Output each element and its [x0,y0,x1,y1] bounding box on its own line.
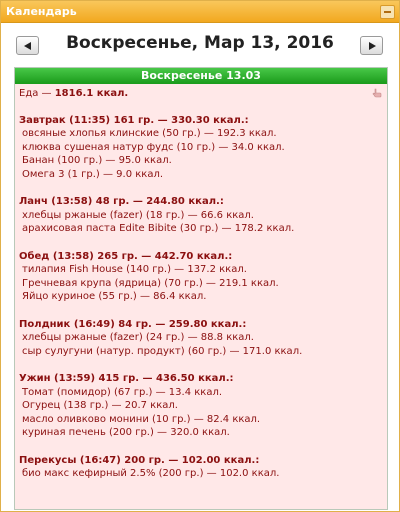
date-title: Воскресенье, Мар 13, 2016 [66,33,334,53]
meal-section: Ланч (13:58) 48 гр. — 244.80 ккал.: хлебц… [19,195,383,236]
date-navigation: Воскресенье, Мар 13, 2016 [1,23,399,67]
food-item: Омега 3 (1 гр.) — 9.0 ккал. [22,168,164,180]
total-value: 1816.1 ккал. [54,88,129,99]
next-day-button[interactable] [360,36,383,55]
meal-section: Ужин (13:59) 415 гр. — 436.50 ккал.: Тома… [19,372,383,440]
collapse-button[interactable] [380,5,395,19]
total-label: Еда — [19,88,55,99]
food-item: масло оливково монини (10 гр.) — 82.4 кк… [22,413,261,425]
widget-titlebar: Календарь [1,1,399,23]
food-item: хлебцы ржаные (fazer) (24 гр.) — 88.8 кк… [22,332,254,343]
calendar-widget: Календарь Воскресенье, Мар 13, 2016 Воск… [0,0,400,512]
food-item: Гречневая крупа (ядрица) (70 гр.) — 219.… [22,277,279,289]
meal-heading: Полдник (16:49) 84 гр. — 259.80 ккал.: [19,318,247,330]
minus-icon [384,11,391,13]
day-panel: Воскресенье 13.03 Еда — 1816.1 ккал. Зав… [14,67,388,510]
hand-pointer-icon[interactable] [372,88,382,98]
previous-day-button[interactable] [16,36,39,55]
day-content: Еда — 1816.1 ккал. Завтрак (11:35) 161 г… [15,84,387,481]
food-item: Яйцо куриное (55 гр.) — 86.4 ккал. [22,291,207,302]
food-item: Томат (помидор) (67 гр.) — 13.4 ккал. [22,386,223,398]
food-item: тилапия Fish House (140 гр.) — 137.2 кка… [22,264,247,275]
arrow-right-icon [369,42,376,50]
arrow-left-icon [24,42,31,50]
widget-title: Календарь [6,5,77,18]
meal-section: Обед (13:58) 265 гр. — 442.70 ккал.: тила… [19,250,383,304]
meal-heading: Завтрак (11:35) 161 гр. — 330.30 ккал.: [19,114,249,126]
food-item: арахисовая паста Edite Bibite (30 гр.) —… [22,223,295,234]
meal-heading: Перекусы (16:47) 200 гр. — 102.00 ккал.: [19,454,260,466]
food-item: куриная печень (200 гр.) — 320.0 ккал. [22,427,230,438]
meal-section: Завтрак (11:35) 161 гр. — 330.30 ккал.: о… [19,114,383,182]
meal-heading: Ланч (13:58) 48 гр. — 244.80 ккал.: [19,196,224,207]
day-header: Воскресенье 13.03 [15,68,387,84]
meal-heading: Обед (13:58) 265 гр. — 442.70 ккал.: [19,250,233,262]
meal-list: Завтрак (11:35) 161 гр. — 330.30 ккал.: о… [19,114,383,481]
food-item: хлебцы ржаные (fazer) (18 гр.) — 66.6 кк… [22,209,254,221]
food-item: сыр сулугуни (натур. продукт) (60 гр.) —… [22,345,303,357]
meal-section: Полдник (16:49) 84 гр. — 259.80 ккал.: хл… [19,318,383,359]
meal-section: Перекусы (16:47) 200 гр. — 102.00 ккал.:… [19,454,383,481]
total-calories: Еда — 1816.1 ккал. [19,87,383,101]
food-item: Огурец (138 гр.) — 20.7 ккал. [22,400,178,411]
food-item: Банан (100 гр.) — 95.0 ккал. [22,155,172,166]
meal-heading: Ужин (13:59) 415 гр. — 436.50 ккал.: [19,373,234,384]
food-item: био макс кефирный 2.5% (200 гр.) — 102.0… [22,468,280,479]
food-item: овсяные хлопья клинские (50 гр.) — 192.3… [22,128,277,139]
food-item: клюква сушеная натур фудс (10 гр.) — 34.… [22,141,285,153]
